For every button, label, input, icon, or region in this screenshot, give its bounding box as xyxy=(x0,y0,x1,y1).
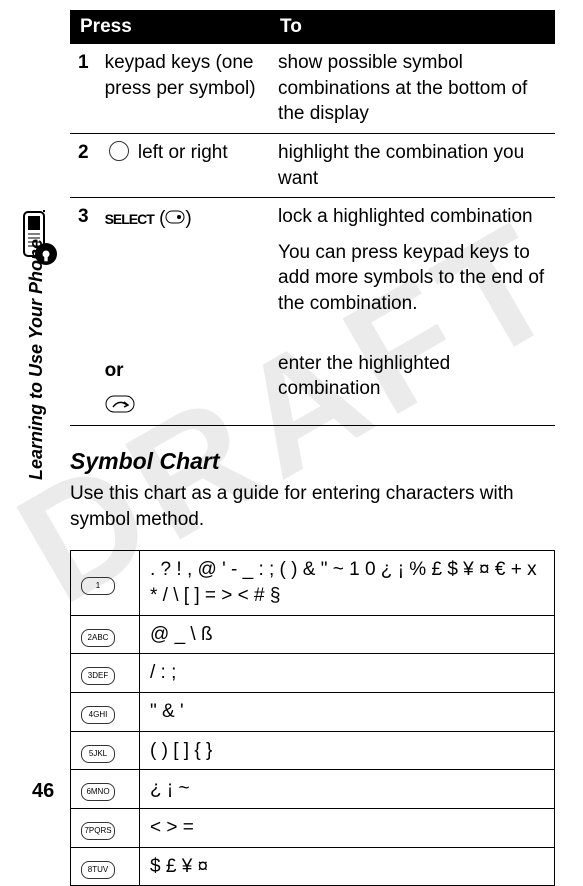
keycap-icon: 8TUV xyxy=(81,861,115,879)
keycap-icon: 3DEF xyxy=(81,667,115,685)
chart-key: 3DEF xyxy=(71,654,140,693)
row-press-text: left or right xyxy=(138,142,228,163)
chart-row: 7PQRS < > = xyxy=(71,808,555,847)
chart-symbols: . ? ! , @ ' - _ : ; ( ) & " ~ 1 0 ¿ ¡ % … xyxy=(140,551,555,615)
keycap-icon: 6MNO xyxy=(81,783,115,801)
chart-key: 1 xyxy=(71,551,140,615)
row-to: lock a highlighted combination You can p… xyxy=(270,198,555,426)
chart-symbols: " & ' xyxy=(140,692,555,731)
chart-key: 2ABC xyxy=(71,615,140,654)
softkey-icon: () xyxy=(159,208,192,229)
keycap-icon: 1 xyxy=(81,577,115,595)
keycap-icon: 5JKL xyxy=(81,745,115,763)
chart-symbols: / : ; xyxy=(140,654,555,693)
row-to: highlight the combination you want xyxy=(270,133,555,197)
chart-symbols: $ £ ¥ ¤ xyxy=(140,847,555,886)
row-press: left or right xyxy=(97,133,270,197)
chart-row: 3DEF / : ; xyxy=(71,654,555,693)
row-index: 3 xyxy=(70,198,97,426)
chart-row: 4GHI " & ' xyxy=(71,692,555,731)
row-press: SELECT () or xyxy=(97,198,270,426)
chart-row: 6MNO ¿ ¡ ~ xyxy=(71,770,555,809)
chart-key: 8TUV xyxy=(71,847,140,886)
row-to-b: You can press keypad keys to add more sy… xyxy=(278,240,547,317)
row-press: keypad keys (one press per symbol) xyxy=(97,44,270,133)
chart-symbols: ( ) [ ] { } xyxy=(140,731,555,770)
row-to-c: enter the highlighted combination xyxy=(278,351,547,402)
header-press: Press xyxy=(70,10,270,44)
table-row: 3 SELECT () or lock a highlighted combin… xyxy=(70,198,555,426)
nav-circle-icon xyxy=(109,141,129,161)
chart-row: 5JKL ( ) [ ] { } xyxy=(71,731,555,770)
row-to-a: lock a highlighted combination xyxy=(278,204,547,230)
chart-key: 6MNO xyxy=(71,770,140,809)
chart-key: 7PQRS xyxy=(71,808,140,847)
chart-symbols: ¿ ¡ ~ xyxy=(140,770,555,809)
or-label: or xyxy=(105,354,262,390)
symbol-chart-table: 1 . ? ! , @ ' - _ : ; ( ) & " ~ 1 0 ¿ ¡ %… xyxy=(70,550,555,886)
chart-row: 8TUV $ £ ¥ ¤ xyxy=(71,847,555,886)
chart-key: 4GHI xyxy=(71,692,140,731)
chart-symbols: @ _ \ ß xyxy=(140,615,555,654)
chart-key: 5JKL xyxy=(71,731,140,770)
row-index: 2 xyxy=(70,133,97,197)
table-row: 1 keypad keys (one press per symbol) sho… xyxy=(70,44,555,133)
table-row: 2 left or right highlight the combinatio… xyxy=(70,133,555,197)
select-label: SELECT xyxy=(105,211,154,227)
row-index: 1 xyxy=(70,44,97,133)
section-title: Symbol Chart xyxy=(70,448,555,475)
row-to: show possible symbol combinations at the… xyxy=(270,44,555,133)
chart-row: 2ABC @ _ \ ß xyxy=(71,615,555,654)
send-key-icon xyxy=(105,393,135,414)
chart-symbols: < > = xyxy=(140,808,555,847)
header-to: To xyxy=(270,10,555,44)
press-to-table: Press To 1 keypad keys (one press per sy… xyxy=(70,10,555,426)
keycap-icon: 4GHI xyxy=(81,706,115,724)
keycap-icon: 7PQRS xyxy=(81,822,115,840)
section-desc: Use this chart as a guide for entering c… xyxy=(70,481,555,532)
chart-row: 1 . ? ! , @ ' - _ : ; ( ) & " ~ 1 0 ¿ ¡ %… xyxy=(71,551,555,615)
keycap-icon: 2ABC xyxy=(81,629,115,647)
